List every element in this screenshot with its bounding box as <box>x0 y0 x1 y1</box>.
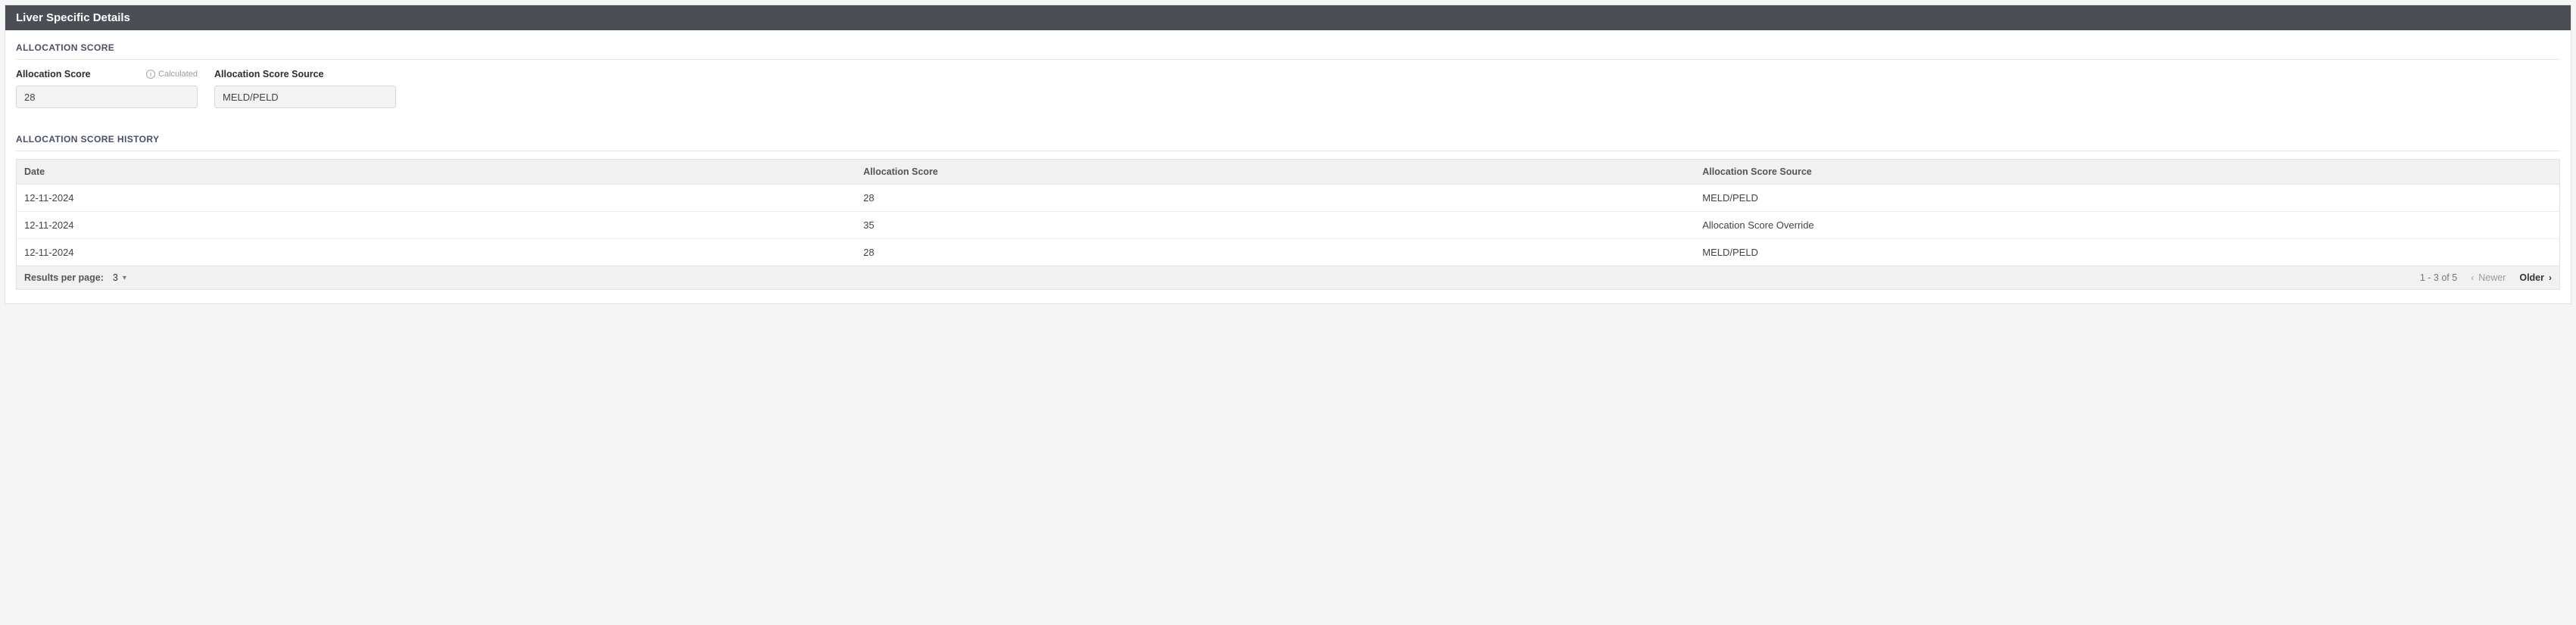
pager-range: 1 - 3 of 5 <box>2420 272 2457 283</box>
allocation-score-group: Allocation Score i Calculated <box>16 67 198 108</box>
chevron-right-icon: › <box>2549 272 2552 283</box>
panel-body: ALLOCATION SCORE Allocation Score i Calc… <box>5 30 2571 303</box>
col-date[interactable]: Date <box>17 160 856 185</box>
allocation-score-label: Allocation Score <box>16 69 91 79</box>
cell-date: 12-11-2024 <box>17 238 856 266</box>
allocation-source-group: Allocation Score Source <box>214 67 396 108</box>
cell-score: 28 <box>856 238 1695 266</box>
allocation-form-row: Allocation Score i Calculated Allocation… <box>16 67 2560 108</box>
older-button[interactable]: Older › <box>2519 272 2552 283</box>
rpp-label: Results per page: <box>24 272 104 283</box>
cell-source: MELD/PELD <box>1695 238 2559 266</box>
rpp-select[interactable]: 3 ▾ <box>110 271 129 285</box>
chevron-left-icon: ‹ <box>2471 272 2474 283</box>
history-table-footer: Results per page: 3 ▾ 1 - 3 of 5 ‹ Newer… <box>16 266 2560 290</box>
liver-panel: Liver Specific Details ALLOCATION SCORE … <box>5 5 2571 304</box>
allocation-source-label-line: Allocation Score Source <box>214 67 396 81</box>
cell-source: MELD/PELD <box>1695 185 2559 211</box>
cell-date: 12-11-2024 <box>17 185 856 211</box>
pager: 1 - 3 of 5 ‹ Newer Older › <box>2420 272 2552 283</box>
table-row: 12-11-2024 35 Allocation Score Override <box>17 211 2559 238</box>
newer-label: Newer <box>2478 272 2506 283</box>
allocation-section-title: ALLOCATION SCORE <box>16 38 2560 60</box>
panel-title: Liver Specific Details <box>5 5 2571 30</box>
table-row: 12-11-2024 28 MELD/PELD <box>17 238 2559 266</box>
results-per-page: Results per page: 3 ▾ <box>24 271 129 285</box>
col-source[interactable]: Allocation Score Source <box>1695 160 2559 185</box>
history-section-title: ALLOCATION SCORE HISTORY <box>16 129 2560 151</box>
history-section: ALLOCATION SCORE HISTORY Date Allocation… <box>16 129 2560 290</box>
table-row: 12-11-2024 28 MELD/PELD <box>17 185 2559 211</box>
cell-score: 35 <box>856 211 1695 238</box>
allocation-score-input[interactable] <box>16 86 198 108</box>
cell-date: 12-11-2024 <box>17 211 856 238</box>
cell-source: Allocation Score Override <box>1695 211 2559 238</box>
info-icon: i <box>146 70 155 79</box>
history-header-row: Date Allocation Score Allocation Score S… <box>17 160 2559 185</box>
allocation-source-label: Allocation Score Source <box>214 69 323 79</box>
older-label: Older <box>2519 272 2544 283</box>
history-table: Date Allocation Score Allocation Score S… <box>16 159 2560 266</box>
cell-score: 28 <box>856 185 1695 211</box>
calculated-text: Calculated <box>158 70 198 79</box>
calculated-badge: i Calculated <box>146 70 198 79</box>
allocation-score-label-line: Allocation Score i Calculated <box>16 67 198 81</box>
rpp-value: 3 <box>113 272 118 283</box>
caret-down-icon: ▾ <box>123 274 126 282</box>
col-score[interactable]: Allocation Score <box>856 160 1695 185</box>
newer-button[interactable]: ‹ Newer <box>2471 272 2506 283</box>
allocation-source-input[interactable] <box>214 86 396 108</box>
